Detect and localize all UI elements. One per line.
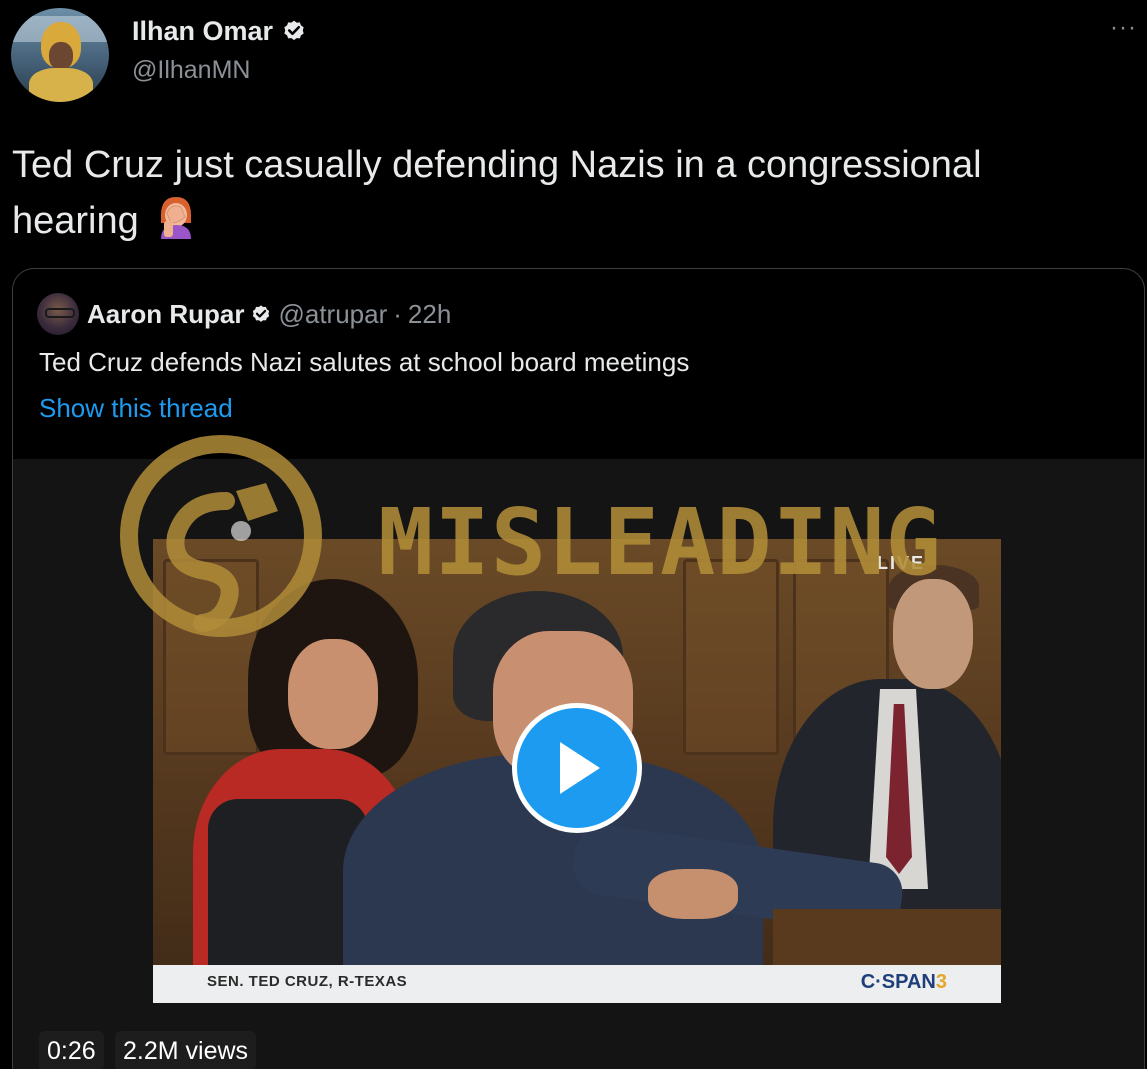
verified-badge-icon	[284, 20, 304, 40]
quoted-tweet-time[interactable]: 22h	[408, 299, 451, 330]
quoted-author-handle[interactable]: @atrupar	[278, 299, 387, 330]
quoted-tweet-header: Aaron Rupar @atrupar · 22h	[87, 299, 451, 330]
lower-third-chyron: SEN. TED CRUZ, R-TEXAS C·SPAN3	[153, 965, 1001, 1003]
author-display-name[interactable]: Ilhan Omar	[132, 16, 273, 47]
facepalm-icon	[161, 197, 192, 239]
video-player[interactable]: LIVE SEN. TED CRUZ, R-TEXAS C·SPAN3 MISL…	[13, 435, 1144, 1069]
quoted-verified-badge-icon	[253, 304, 270, 322]
author-name-row: Ilhan Omar	[132, 16, 307, 47]
cspan-logo: C·SPAN3	[860, 971, 947, 993]
tweet-page: Ilhan Omar @IlhanMN ··· Ted Cruz just ca…	[0, 0, 1147, 1069]
author-avatar[interactable]	[11, 8, 109, 102]
quoted-tweet-card[interactable]: Aaron Rupar @atrupar · 22h Ted Cruz defe…	[12, 268, 1145, 1069]
play-button[interactable]	[512, 703, 642, 833]
author-handle[interactable]: @IlhanMN	[132, 56, 250, 85]
separator-dot: ·	[393, 299, 402, 329]
video-view-count: 2.2M views	[115, 1031, 257, 1069]
show-thread-link[interactable]: Show this thread	[39, 393, 233, 424]
video-duration: 0:26	[39, 1031, 104, 1069]
quoted-tweet-text: Ted Cruz defends Nazi salutes at school …	[39, 347, 690, 377]
tweet-body: Ted Cruz just casually defending Nazis i…	[12, 138, 1112, 249]
misleading-label: MISLEADING	[378, 489, 942, 596]
more-options-icon[interactable]: ···	[1110, 16, 1137, 40]
quoted-author-avatar[interactable]	[37, 293, 79, 335]
misleading-logo-icon	[120, 435, 322, 637]
quoted-author-name[interactable]: Aaron Rupar	[87, 299, 244, 330]
play-icon	[560, 742, 600, 794]
chyron-name: SEN. TED CRUZ, R-TEXAS	[207, 973, 408, 990]
